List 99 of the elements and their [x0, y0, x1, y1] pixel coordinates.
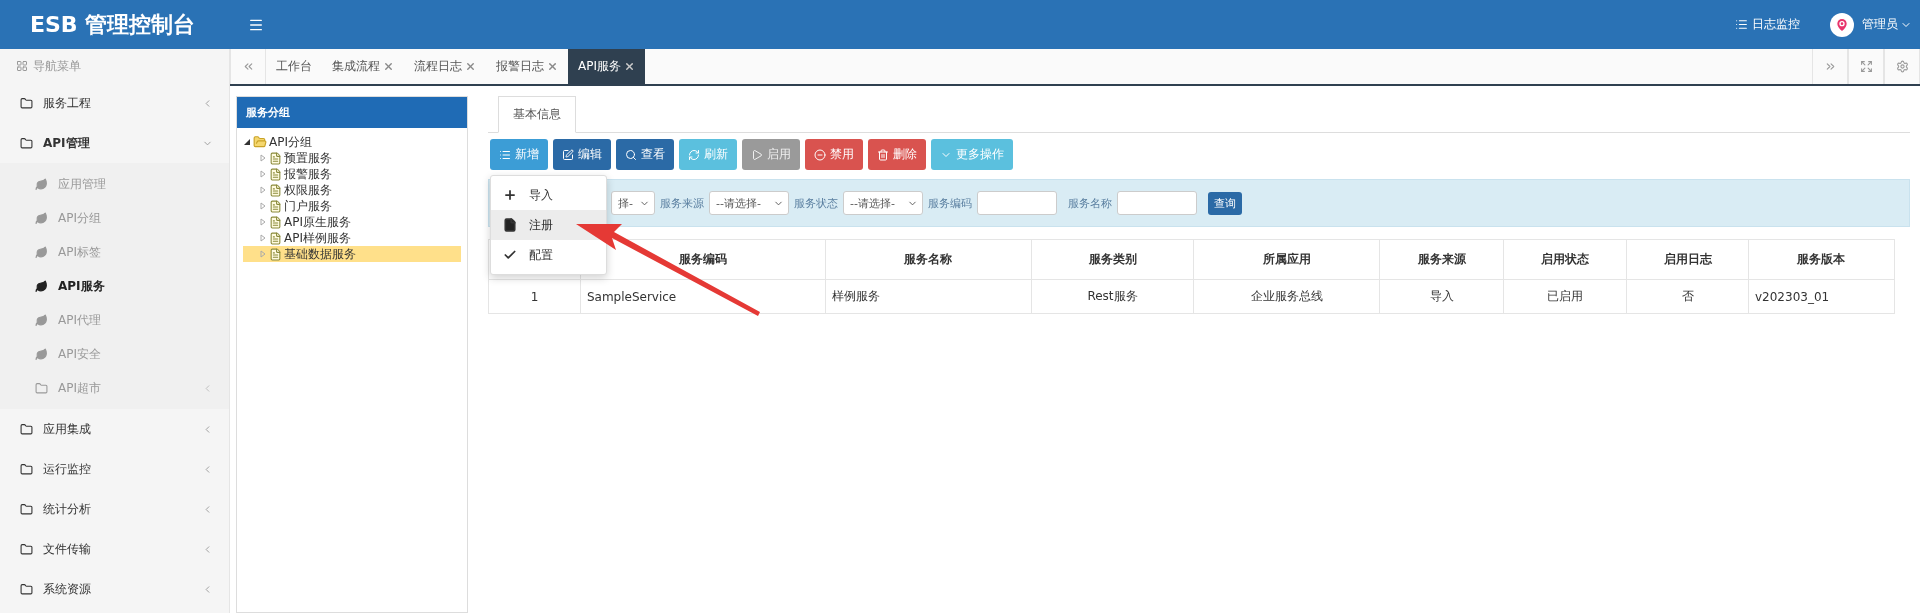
- page-tab[interactable]: 流程日志: [404, 49, 486, 84]
- toolbar-button[interactable]: 禁用: [805, 139, 863, 170]
- folder-icon: [35, 381, 48, 395]
- sidebar-item[interactable]: 系统资源: [0, 569, 229, 609]
- filter-label: 服务编码: [928, 195, 972, 211]
- tree-node[interactable]: API分组: [243, 134, 461, 150]
- tree-node[interactable]: 权限服务: [243, 182, 461, 198]
- sidebar-title: 导航菜单: [0, 49, 229, 83]
- tree-node[interactable]: 报警服务: [243, 166, 461, 182]
- sidebar-item[interactable]: 应用集成: [0, 409, 229, 449]
- toolbar-button[interactable]: 编辑: [553, 139, 611, 170]
- sidebar-subitem[interactable]: API服务: [0, 269, 229, 303]
- folder-icon: [253, 135, 267, 149]
- trash-icon: [877, 148, 889, 161]
- column-header: 服务类别: [1031, 239, 1194, 280]
- scroll-left-icon[interactable]: [230, 49, 266, 84]
- page-tab[interactable]: API服务: [568, 49, 645, 84]
- folder-icon: [20, 542, 33, 556]
- page-tab[interactable]: 工作台: [266, 49, 322, 84]
- table-cell: 样例服务: [825, 279, 1032, 314]
- leaf-icon: [35, 211, 48, 225]
- edit-icon: [562, 148, 574, 161]
- document-icon: [269, 167, 282, 181]
- sidebar-item[interactable]: 统计分析: [0, 489, 229, 529]
- fullscreen-icon[interactable]: [1848, 49, 1884, 84]
- tree-node[interactable]: 预置服务: [243, 150, 461, 166]
- table-cell: Rest服务: [1031, 279, 1194, 314]
- folder-icon: [20, 136, 33, 150]
- document-icon: [269, 151, 282, 165]
- column-header: 服务名称: [825, 239, 1032, 280]
- plus-icon: [503, 188, 517, 202]
- scroll-right-icon[interactable]: [1812, 49, 1848, 84]
- sidebar-item[interactable]: 文件传输: [0, 529, 229, 569]
- tree-node[interactable]: 门户服务: [243, 198, 461, 214]
- column-header: 服务来源: [1379, 239, 1504, 280]
- filter-label: 服务来源: [660, 195, 704, 211]
- leaf-icon: [35, 245, 48, 259]
- toolbar-button[interactable]: 查看: [616, 139, 674, 170]
- check-icon: [503, 248, 517, 262]
- refresh-icon: [688, 148, 700, 161]
- tree-node[interactable]: API原生服务: [243, 214, 461, 230]
- filter-input[interactable]: [1117, 191, 1197, 215]
- filter-label: 服务名称: [1068, 195, 1112, 211]
- sidebar-item[interactable]: 服务工程: [0, 83, 229, 123]
- folder-icon: [20, 582, 33, 596]
- query-button[interactable]: 查询: [1208, 191, 1242, 215]
- table-cell: 导入: [1379, 279, 1504, 314]
- menu-item[interactable]: 注册: [491, 210, 606, 240]
- filter-select[interactable]: 择-: [611, 191, 655, 215]
- filter-select[interactable]: --请选择-: [709, 191, 789, 215]
- menu-item[interactable]: 配置: [491, 240, 606, 270]
- leaf-icon: [35, 313, 48, 327]
- panel-tab[interactable]: 基本信息: [498, 96, 576, 133]
- folder-icon: [20, 502, 33, 516]
- filter-label: 服务状态: [794, 195, 838, 211]
- sidebar-item[interactable]: API管理: [0, 123, 229, 163]
- leaf-icon: [35, 347, 48, 361]
- document-icon: [269, 215, 282, 229]
- menu-item[interactable]: 导入: [491, 180, 606, 210]
- table-cell: 企业服务总线: [1193, 279, 1380, 314]
- folder-icon: [20, 462, 33, 476]
- tree-node[interactable]: 基础数据服务: [243, 246, 461, 262]
- leaf-icon: [35, 177, 48, 191]
- column-header: 启用日志: [1626, 239, 1749, 280]
- table-cell: 1: [488, 279, 581, 314]
- leaf-icon: [35, 279, 48, 293]
- expanded-triangle-icon[interactable]: [243, 138, 251, 146]
- toolbar-button[interactable]: 删除: [868, 139, 926, 170]
- app-title: ESB 管理控制台: [30, 10, 197, 39]
- sidebar-item[interactable]: 运行监控: [0, 449, 229, 489]
- folder-icon: [20, 422, 33, 436]
- page-tab[interactable]: 集成流程: [322, 49, 404, 84]
- table-cell: 否: [1626, 279, 1749, 314]
- file-icon: [503, 218, 517, 232]
- folder-icon: [20, 96, 33, 110]
- filter-input[interactable]: [977, 191, 1057, 215]
- tree-node[interactable]: API样例服务: [243, 230, 461, 246]
- page-tab[interactable]: 报警日志: [486, 49, 568, 84]
- user-avatar-icon[interactable]: [1830, 12, 1854, 37]
- column-header: 启用状态: [1503, 239, 1627, 280]
- user-menu[interactable]: 管理员: [1862, 16, 1912, 33]
- document-icon: [269, 199, 282, 213]
- minus-circle-icon: [814, 148, 826, 161]
- column-header: 所属应用: [1193, 239, 1380, 280]
- table-cell: 已启用: [1503, 279, 1627, 314]
- column-header: 服务版本: [1748, 239, 1895, 280]
- settings-icon[interactable]: [1884, 49, 1920, 84]
- grid-icon: [16, 60, 28, 72]
- document-icon: [269, 231, 282, 245]
- tree-panel-title: 服务分组: [237, 97, 467, 128]
- table-cell: v202303_01: [1748, 279, 1895, 314]
- log-monitor-link[interactable]: 日志监控: [1735, 16, 1800, 33]
- document-icon: [269, 183, 282, 197]
- document-icon: [269, 247, 282, 261]
- list-icon: [1735, 18, 1748, 31]
- list-icon: [499, 148, 511, 161]
- filter-select[interactable]: --请选择-: [843, 191, 923, 215]
- search-icon: [625, 148, 637, 161]
- play-icon: [751, 148, 763, 161]
